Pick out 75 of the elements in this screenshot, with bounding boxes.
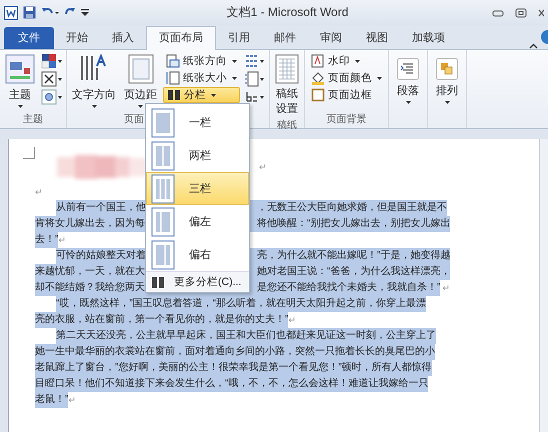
orientation-button[interactable]: 纸张方向: [163, 53, 240, 69]
dropdown-arrow-icon: [138, 105, 143, 108]
ribbon-tab[interactable]: 插入: [100, 27, 146, 49]
paragraph-button[interactable]: 段落: [395, 56, 421, 106]
group-label: 主题: [23, 113, 43, 127]
more-columns-item[interactable]: 更多分栏(C)...: [146, 271, 249, 292]
themes-button[interactable]: 主题: [3, 52, 37, 113]
manuscript-settings-button[interactable]: 稿纸设置: [273, 52, 301, 119]
dropdown-arrow-icon: [444, 101, 450, 104]
crop-mark-icon: [23, 147, 35, 159]
page-borders-button[interactable]: 页面边框: [308, 87, 385, 103]
ribbon-tab[interactable]: 页面布局: [146, 26, 216, 50]
page-size-icon: [166, 71, 180, 85]
line-numbers-icon[interactable]: [244, 71, 266, 87]
paragraph-mark: ↵: [442, 282, 450, 294]
column-layout-icon: [151, 206, 175, 236]
text-direction-button[interactable]: 文字方向: [70, 52, 118, 113]
paragraph-mark: ↵: [58, 234, 66, 246]
dropdown-arrow-icon: [92, 105, 96, 108]
arrange-button[interactable]: 排列: [434, 56, 460, 106]
watermark-icon: [311, 54, 325, 68]
paragraph-mark: ↵: [68, 394, 76, 406]
word-logo-icon: [4, 6, 18, 20]
collapse-ribbon-icon[interactable]: [529, 43, 538, 49]
columns-icon: [167, 89, 181, 101]
paragraph-mark: ↵: [35, 186, 43, 198]
ribbon-tab[interactable]: 开始: [54, 27, 100, 49]
group-label: 页面背景: [326, 113, 366, 127]
column-layout-icon: [151, 174, 175, 204]
themes-icon: [5, 54, 35, 84]
close-icon[interactable]: [538, 8, 544, 18]
menu-item[interactable]: 两栏: [146, 139, 249, 172]
window-title: 文档1 - Microsoft Word: [226, 4, 350, 21]
file-tab[interactable]: 文件: [4, 27, 54, 49]
ribbon-tab[interactable]: 邮件: [262, 27, 308, 49]
column-layout-icon: [151, 240, 175, 270]
watermark-button[interactable]: 水印: [308, 53, 385, 69]
minimize-icon[interactable]: [492, 8, 504, 18]
dropdown-arrow-icon: [232, 76, 237, 80]
paragraph-mark: ↵: [259, 162, 267, 172]
group-label: 页面: [124, 113, 144, 127]
breaks-icon[interactable]: [244, 53, 266, 69]
ribbon-tab[interactable]: 引用: [216, 27, 262, 49]
dropdown-arrow-icon: [232, 60, 237, 62]
ribbon-tab[interactable]: 审阅: [308, 27, 354, 49]
columns-button[interactable]: 分栏: [163, 87, 240, 103]
paragraph-icon: [397, 58, 419, 80]
arrange-icon: [436, 58, 458, 80]
ribbon-tab[interactable]: 加载项: [400, 27, 457, 49]
column-layout-icon: [151, 140, 175, 170]
manuscript-grid-icon: [275, 54, 299, 84]
page-color-button[interactable]: 页面颜色: [308, 70, 385, 86]
dropdown-arrow-icon: [18, 105, 22, 108]
page-orientation-icon: [166, 54, 180, 68]
save-icon[interactable]: [23, 6, 36, 19]
dropdown-arrow-icon: [406, 101, 410, 104]
dropdown-arrow-icon: [211, 94, 216, 96]
size-button[interactable]: 纸张大小: [163, 70, 240, 86]
column-layout-icon: [151, 108, 175, 138]
maximize-icon[interactable]: [515, 8, 527, 18]
theme-fonts-icon[interactable]: [41, 71, 63, 87]
dropdown-arrow-icon: [355, 60, 360, 62]
margins-icon: [128, 54, 154, 84]
page-border-icon: [311, 88, 325, 102]
customize-toolbar-icon[interactable]: [81, 8, 89, 18]
theme-effects-icon[interactable]: [41, 89, 63, 105]
group-label: 稿纸: [277, 119, 297, 133]
paint-bucket-icon: [311, 71, 325, 85]
theme-colors-icon[interactable]: [41, 53, 63, 69]
dropdown-arrow-icon: [377, 76, 382, 80]
paragraph-mark: ↵: [288, 314, 296, 326]
columns-icon: [152, 276, 164, 288]
ribbon-tab[interactable]: 视图: [354, 27, 400, 49]
scrollbar[interactable]: [539, 139, 548, 432]
menu-item[interactable]: 三栏: [146, 172, 249, 205]
